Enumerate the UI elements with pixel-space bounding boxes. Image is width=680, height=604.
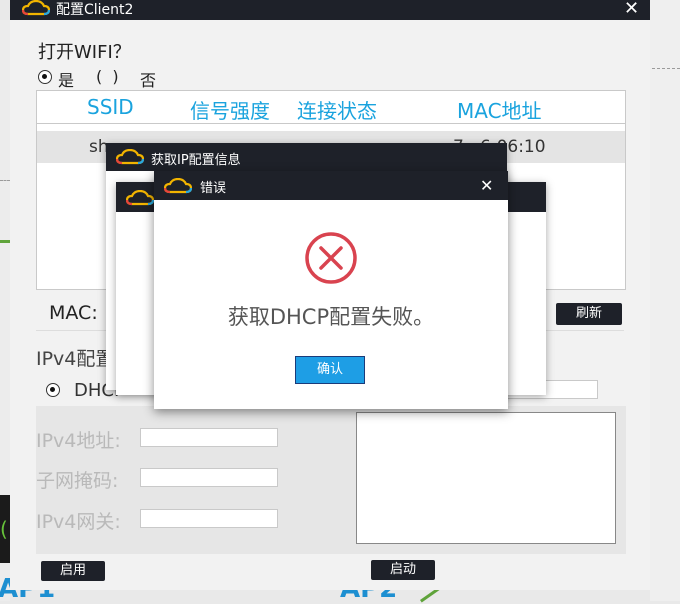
wifi-yes-label: 是 [58,71,75,90]
background-dashed-link [652,68,680,69]
wifi-no-radio[interactable]: ( ) [96,67,119,86]
open-wifi-label: 打开WIFI？ [38,42,131,63]
column-header-mac: MAC地址 [457,99,542,123]
wifi-no-label: 否 [140,71,157,90]
dialog-title: 错误 [200,181,227,196]
dialog-titlebar: 错误 ✕ [154,171,508,200]
window-titlebar: 配置Client2 ✕ [10,0,650,20]
confirm-button[interactable]: 确认 [295,356,365,384]
subnet-mask-input[interactable] [140,468,278,487]
ipv4-section-title: IPv4配置 [36,348,115,370]
log-textarea[interactable] [356,412,616,544]
mac-label: MAC: [49,302,98,324]
window-title: 配置Client2 [56,2,134,18]
background-canvas-right [650,0,680,601]
dialog-title: 获取IP配置信息 [151,153,241,168]
background-dashed-link [0,180,10,181]
ipv4-address-label: IPv4地址: [36,430,121,452]
refresh-button[interactable]: 刷新 [556,303,622,325]
column-header-status: 连接状态 [297,99,377,123]
subnet-mask-label: 子网掩码: [36,470,119,492]
ipv4-address-input[interactable] [140,428,278,447]
error-message: 获取DHCP配置失败。 [227,305,435,329]
start-button[interactable]: 启动 [371,560,435,580]
cloud-logo-icon [22,0,50,16]
dhcp-radio[interactable] [46,383,60,397]
ip-settings-panel: IPv4地址: 子网掩码: IPv4网关: [36,406,626,554]
cloud-logo-icon [164,178,192,194]
enable-button[interactable]: 启用 [41,561,105,581]
dialog-titlebar: 获取IP配置信息 [106,143,507,171]
wifi-yes-radio[interactable] [38,70,52,84]
gateway-label: IPv4网关: [36,511,121,533]
gateway-input[interactable] [140,509,278,528]
column-header-ssid: SSID [87,95,134,119]
cloud-logo-icon [116,149,144,165]
close-icon[interactable]: ✕ [480,177,493,195]
close-icon[interactable]: ✕ [624,0,639,18]
cloud-logo-icon [126,190,154,206]
background-link-line [0,240,10,243]
error-circle-x-icon [305,232,357,284]
column-header-signal: 信号强度 [190,99,270,123]
error-dialog: 错误 ✕ 获取DHCP配置失败。 确认 [154,171,508,409]
table-header-row: SSID 信号强度 连接状态 MAC地址 [37,91,625,124]
